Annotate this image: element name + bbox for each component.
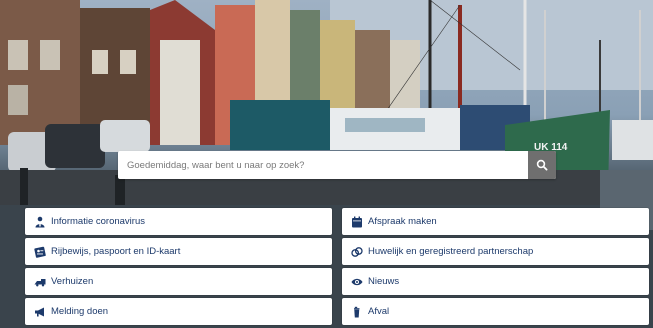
tile-label: Nieuws xyxy=(368,276,400,287)
tile-label: Melding doen xyxy=(51,306,109,317)
search-icon xyxy=(536,159,548,171)
tile-informatie-coronavirus[interactable]: Informatie coronavirus xyxy=(25,208,332,235)
eye-icon xyxy=(351,276,363,288)
tile-label: Afspraak maken xyxy=(368,216,437,227)
megaphone-icon xyxy=(34,306,46,318)
tile-afval[interactable]: Afval xyxy=(342,298,649,325)
person-info-icon xyxy=(34,216,46,228)
calendar-icon xyxy=(351,216,363,228)
tile-afspraak-maken[interactable]: Afspraak maken xyxy=(342,208,649,235)
tile-label: Informatie coronavirus xyxy=(51,216,145,227)
tile-label: Afval xyxy=(368,306,390,317)
tile-verhuizen[interactable]: Verhuizen xyxy=(25,268,332,295)
tile-rijbewijs-paspoort-id-kaart[interactable]: Rijbewijs, paspoort en ID-kaart xyxy=(25,238,332,265)
moving-truck-icon xyxy=(34,276,46,288)
tile-label: Huwelijk en geregistreerd partnerschap xyxy=(368,246,534,257)
waste-bin-icon xyxy=(351,306,363,318)
tile-huwelijk-partnerschap[interactable]: Huwelijk en geregistreerd partnerschap xyxy=(342,238,649,265)
id-card-icon xyxy=(34,246,46,258)
search-button[interactable] xyxy=(528,151,556,179)
tile-melding-doen[interactable]: Melding doen xyxy=(25,298,332,325)
search-input[interactable] xyxy=(118,151,528,179)
tile-label: Rijbewijs, paspoort en ID-kaart xyxy=(51,246,181,257)
tile-label: Verhuizen xyxy=(51,276,94,287)
rings-icon xyxy=(351,246,363,258)
tile-nieuws[interactable]: Nieuws xyxy=(342,268,649,295)
search-bar xyxy=(118,151,556,179)
